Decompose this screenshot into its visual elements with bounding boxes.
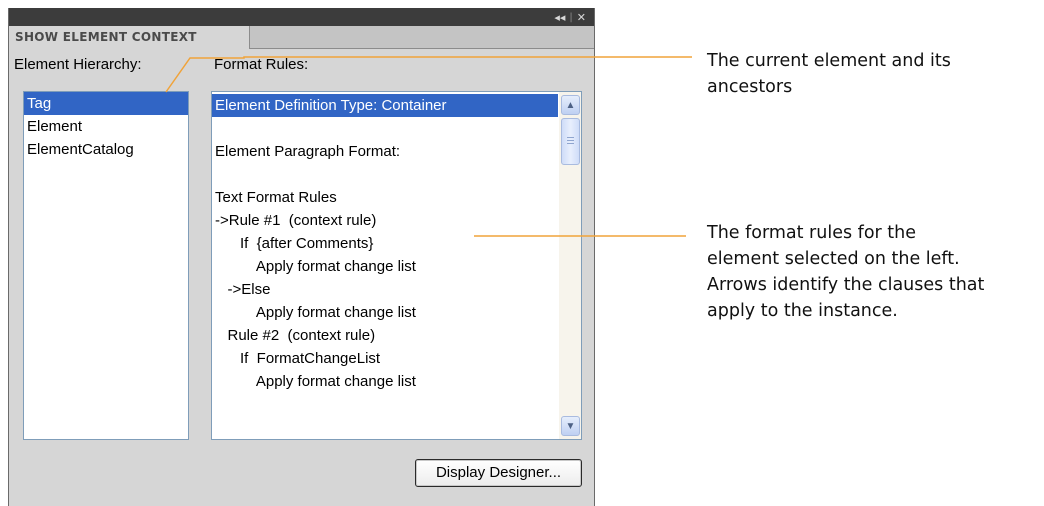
callout-format-rules: The format rules for the element selecte… bbox=[707, 220, 984, 324]
callout-line-text: ancestors bbox=[707, 77, 793, 97]
callout-line-text: The format rules for the bbox=[707, 223, 917, 243]
callout-line-text: The current element and its bbox=[707, 51, 951, 71]
callout-line-hierarchy bbox=[165, 56, 692, 93]
callout-current-element: The current element and its ancestors bbox=[707, 48, 951, 100]
callout-line-text: apply to the instance. bbox=[707, 301, 898, 321]
callout-line-text: element selected on the left. bbox=[707, 249, 960, 269]
callout-line-text: Arrows identify the clauses that bbox=[707, 275, 985, 295]
